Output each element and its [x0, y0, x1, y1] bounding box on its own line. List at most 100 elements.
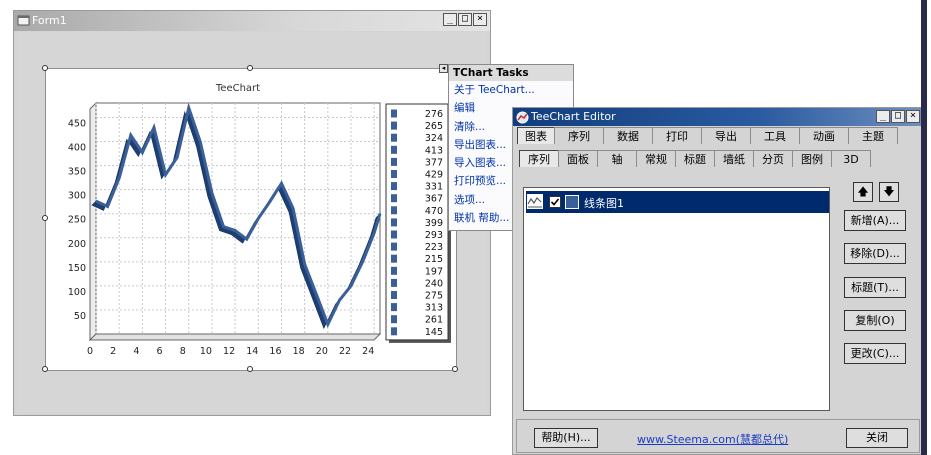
legend-value: 324	[425, 133, 443, 144]
tasks-title: TChart Tasks	[449, 65, 573, 81]
chart-title: TeeChart	[215, 83, 260, 94]
editor-maximize-button[interactable]: □	[891, 110, 905, 123]
x-tick-label: 8	[180, 346, 186, 357]
delete-series-button[interactable]: 移除(D)...	[844, 243, 906, 264]
y-tick-label: 50	[74, 311, 86, 322]
legend-value: 265	[425, 121, 443, 132]
legend-value: 275	[425, 291, 443, 302]
move-up-arrow-icon[interactable]: 🡅	[853, 182, 873, 202]
series-row-selected[interactable]: 线条图1	[526, 191, 829, 213]
legend-swatch	[391, 194, 397, 203]
x-tick-label: 18	[293, 346, 305, 357]
resize-handle-b[interactable]	[247, 366, 253, 372]
legend-swatch	[391, 291, 397, 299]
smart-tag-arrow-icon[interactable]: ◂	[439, 64, 448, 73]
task-about[interactable]: 关于 TeeChart...	[449, 81, 573, 99]
move-down-arrow-icon[interactable]: 🡇	[879, 182, 899, 202]
data-point	[164, 173, 167, 176]
legend-value: 215	[425, 254, 443, 265]
resize-handle-l[interactable]	[42, 215, 48, 221]
editor-minimize-button[interactable]: _	[876, 110, 890, 123]
data-point	[234, 229, 236, 232]
y-tick-label: 200	[68, 239, 86, 250]
series-name: 线条图1	[584, 197, 624, 210]
legend-value: 223	[425, 242, 443, 253]
x-tick-label: 14	[246, 346, 258, 357]
data-point	[187, 107, 190, 109]
subtab-axis[interactable]: 轴	[597, 150, 637, 167]
data-point	[199, 141, 202, 143]
subtab-series[interactable]: 序列	[519, 150, 559, 167]
legend-value: 429	[425, 170, 443, 181]
legend-value: 197	[425, 266, 443, 277]
legend-swatch	[391, 315, 397, 324]
series-visible-checkbox[interactable]	[549, 196, 561, 208]
editor-top-tabs: 图表 序列 数据 打印 导出 工具 动画 主题	[517, 127, 898, 144]
tab-data[interactable]: 数据	[603, 127, 653, 144]
subtab-panel[interactable]: 面板	[558, 150, 598, 167]
y-tick-label: 350	[68, 167, 86, 178]
teechart-logo-icon	[516, 111, 529, 124]
close-editor-button[interactable]: 关闭	[846, 428, 908, 448]
subtab-titles[interactable]: 标题	[675, 150, 715, 167]
legend-swatch	[391, 170, 397, 178]
tab-themes[interactable]: 主题	[848, 127, 898, 144]
y-tick-label: 300	[68, 191, 86, 202]
editor-titlebar[interactable]: TeeChart Editor _ □ ×	[513, 108, 923, 126]
tab-series[interactable]: 序列	[554, 127, 604, 144]
resize-handle-br[interactable]	[452, 366, 458, 372]
data-point	[176, 156, 178, 159]
y-tick-label: 400	[68, 143, 86, 154]
y-tick-label: 250	[68, 215, 86, 226]
data-point	[327, 323, 329, 326]
data-point	[257, 217, 260, 220]
tchart-control[interactable]: TeeChart 50 100 150 200 250 300 350 400 450 0 2 4 6 8 1…	[45, 68, 457, 371]
y-tick-label: 450	[68, 118, 86, 129]
legend-value: 413	[425, 145, 443, 156]
close-button[interactable]: ×	[473, 13, 487, 26]
minimize-button[interactable]: _	[443, 13, 457, 26]
tab-chart[interactable]: 图表	[517, 127, 555, 144]
x-tick-label: 20	[316, 346, 328, 357]
resize-handle-bl[interactable]	[42, 366, 48, 372]
x-tick-label: 22	[339, 346, 351, 357]
editor-title: TeeChart Editor	[531, 110, 616, 123]
subtab-paging[interactable]: 分页	[753, 150, 793, 167]
subtab-3d[interactable]: 3D	[831, 150, 871, 167]
help-button[interactable]: 帮助(H)...	[534, 428, 598, 448]
data-point	[373, 232, 376, 234]
tab-tools[interactable]: 工具	[750, 127, 800, 144]
x-tick-label: 2	[110, 346, 116, 357]
tab-export[interactable]: 导出	[701, 127, 751, 144]
series-title-button[interactable]: 标题(T)...	[844, 277, 906, 298]
subtab-general[interactable]: 常规	[636, 150, 676, 167]
data-point	[245, 238, 248, 240]
data-point	[338, 299, 341, 302]
tab-animation[interactable]: 动画	[799, 127, 849, 144]
clone-series-button[interactable]: 复制(O)	[844, 310, 906, 331]
legend-swatch	[391, 242, 397, 251]
bottom-wall	[88, 333, 382, 341]
legend-swatch	[391, 133, 397, 142]
resize-handle-t[interactable]	[247, 65, 253, 71]
legend-swatch	[391, 206, 397, 215]
change-series-button[interactable]: 更改(C)...	[844, 343, 906, 364]
resize-handle-tl[interactable]	[42, 65, 48, 71]
data-point	[280, 182, 283, 185]
subtab-walls[interactable]: 墙纸	[714, 150, 754, 167]
x-tick-label: 24	[362, 346, 374, 357]
form1-titlebar[interactable]: Form1 _ □ ×	[14, 11, 490, 31]
x-tick-label: 16	[269, 346, 281, 357]
data-point	[106, 205, 109, 208]
series-listbox[interactable]: 线条图1	[523, 187, 830, 411]
data-point	[292, 207, 294, 210]
add-series-button[interactable]: 新增(A)...	[844, 210, 906, 231]
editor-close-button[interactable]: ×	[906, 110, 920, 123]
series-color-swatch[interactable]	[565, 195, 579, 209]
data-point	[350, 285, 352, 287]
tab-print[interactable]: 打印	[652, 127, 702, 144]
subtab-legend[interactable]: 图例	[792, 150, 832, 167]
steema-link[interactable]: www.Steema.com(慧都总代)	[637, 431, 788, 447]
data-point	[303, 263, 306, 266]
maximize-button[interactable]: □	[458, 13, 472, 26]
